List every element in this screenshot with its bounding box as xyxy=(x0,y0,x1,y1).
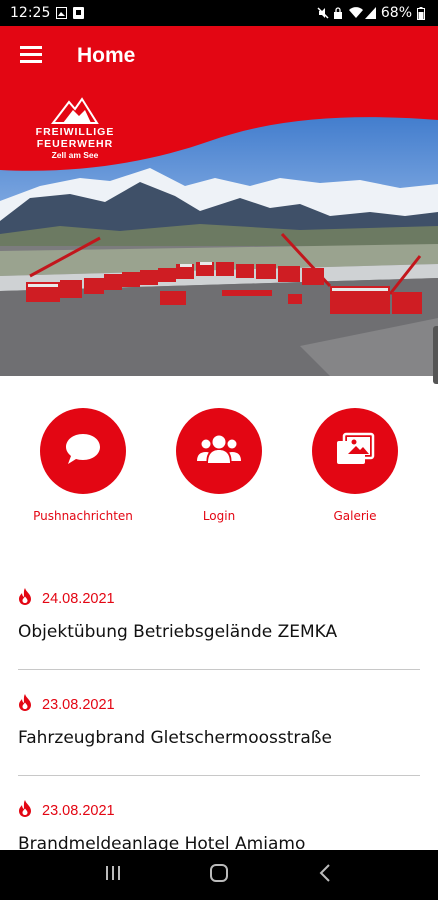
wifi-icon xyxy=(348,7,363,19)
hamburger-icon xyxy=(20,45,42,67)
signal-icon xyxy=(364,7,376,19)
image-notification-icon xyxy=(56,7,68,19)
scroll-indicator[interactable] xyxy=(433,326,438,384)
logo-text-line2: FEUERWEHR xyxy=(36,138,114,150)
recent-apps-icon xyxy=(104,864,122,886)
flame-icon xyxy=(18,800,32,821)
news-date: 23.08.2021 xyxy=(42,696,115,713)
push-messages-label: Pushnachrichten xyxy=(33,509,133,523)
status-bar: 12:25 68% xyxy=(0,0,438,26)
push-messages-button[interactable]: Pushnachrichten xyxy=(23,408,143,523)
logo-text-line1: FREIWILLIGE xyxy=(35,126,115,138)
menu-button[interactable] xyxy=(0,26,62,86)
flame-icon xyxy=(18,694,32,715)
home-icon xyxy=(209,863,229,887)
home-button[interactable] xyxy=(189,855,249,895)
users-group-icon xyxy=(196,433,242,469)
app-notification-icon xyxy=(73,7,85,19)
push-messages-circle xyxy=(40,408,126,494)
gallery-circle xyxy=(312,408,398,494)
back-button[interactable] xyxy=(295,855,355,895)
chat-bubble-icon xyxy=(64,432,102,470)
news-date-row: 23.08.2021 xyxy=(18,800,115,821)
mute-icon xyxy=(317,7,329,19)
news-date: 24.08.2021 xyxy=(42,590,115,607)
divider xyxy=(18,775,420,776)
news-date-row: 24.08.2021 xyxy=(18,588,115,609)
mountain-logo-icon xyxy=(51,97,99,124)
list-item[interactable]: 24.08.2021 Objektübung Betriebsgelände Z… xyxy=(0,572,438,678)
news-date: 23.08.2021 xyxy=(42,802,115,819)
system-nav-bar xyxy=(0,850,438,900)
fire-brigade-logo: FREIWILLIGE FEUERWEHR Zell am See xyxy=(30,96,120,161)
status-time: 12:25 xyxy=(10,5,51,21)
news-date-row: 23.08.2021 xyxy=(18,694,115,715)
lock-icon xyxy=(333,7,344,19)
app-bar: Home xyxy=(0,26,438,86)
battery-icon xyxy=(417,7,428,20)
gallery-button[interactable]: Galerie xyxy=(295,408,415,523)
hero-banner: FREIWILLIGE FEUERWEHR Zell am See xyxy=(0,86,438,376)
login-button[interactable]: Login xyxy=(159,408,279,523)
divider xyxy=(18,669,420,670)
quick-actions: Pushnachrichten Login Galerie xyxy=(0,408,438,528)
recent-apps-button[interactable] xyxy=(83,855,143,895)
login-circle xyxy=(176,408,262,494)
gallery-icon xyxy=(335,432,375,470)
news-title: Fahrzeugbrand Gletschermoosstraße xyxy=(18,728,332,748)
news-title: Objektübung Betriebsgelände ZEMKA xyxy=(18,622,338,642)
news-list: 24.08.2021 Objektübung Betriebsgelände Z… xyxy=(0,572,438,890)
back-icon xyxy=(318,863,332,887)
list-item[interactable]: 23.08.2021 Fahrzeugbrand Gletschermoosst… xyxy=(0,678,438,784)
logo-text-line3: Zell am See xyxy=(51,150,99,160)
login-label: Login xyxy=(202,509,236,523)
gallery-label: Galerie xyxy=(333,509,377,523)
battery-percent: 68% xyxy=(380,5,412,21)
page-title: Home xyxy=(77,44,136,67)
flame-icon xyxy=(18,588,32,609)
